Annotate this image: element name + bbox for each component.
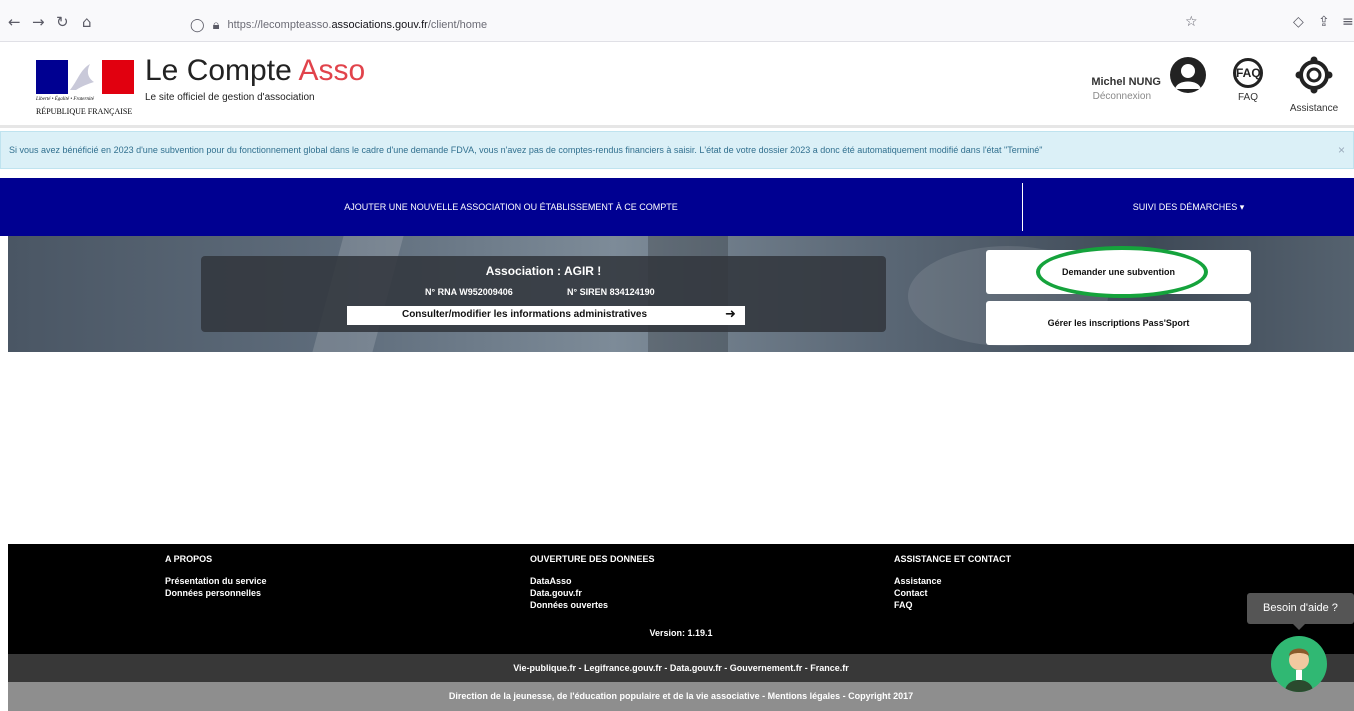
- suivi-demarches-dropdown[interactable]: SUIVI DES DÉMARCHES ▾: [1023, 178, 1354, 236]
- faq-icon: FAQ: [1233, 58, 1263, 88]
- lifebuoy-icon: [1295, 56, 1333, 94]
- footer-link-contact[interactable]: Contact: [894, 587, 1011, 599]
- reload-icon[interactable]: ↻: [56, 13, 69, 31]
- consult-admin-info-label: Consulter/modifier les informations admi…: [401, 309, 648, 320]
- footer-col-title: OUVERTURE DES DONNEES: [530, 554, 655, 564]
- help-tooltip[interactable]: Besoin d'aide ?: [1247, 593, 1354, 630]
- user-name: Michel NUNG: [1091, 76, 1161, 88]
- republique-label: RÉPUBLIQUE FRANÇAISE: [36, 107, 133, 116]
- footer-link-dataasso[interactable]: DataAsso: [530, 575, 655, 587]
- back-icon[interactable]: ←: [8, 13, 21, 31]
- arrow-right-icon: ➜: [725, 307, 736, 322]
- faq-button[interactable]: FAQ FAQ: [1228, 58, 1268, 113]
- url-prefix: https://lecompteasso.: [227, 19, 332, 31]
- url-path: /client/home: [427, 19, 488, 31]
- footer: A PROPOS Présentation du service Données…: [8, 544, 1354, 654]
- shield-icon: ◯: [190, 17, 205, 33]
- republique-francaise-logo[interactable]: Liberté • Égalité • Fraternité RÉPUBLIQU…: [36, 60, 134, 120]
- site-title-part1: Le Compte: [145, 54, 299, 87]
- lock-icon: 🔒︎: [212, 17, 220, 33]
- site-subtitle: Le site officiel de gestion d'associatio…: [145, 92, 315, 103]
- forward-icon[interactable]: →: [32, 13, 45, 31]
- browser-toolbar: ← → ↻ ⌂ ◯ 🔒︎ https://lecompteasso. associ…: [0, 0, 1354, 42]
- logout-link[interactable]: Déconnexion: [1093, 91, 1151, 102]
- marianne-flag: [36, 60, 134, 94]
- chatbot-avatar-icon[interactable]: [1271, 636, 1327, 692]
- site-header: Liberté • Égalité • Fraternité RÉPUBLIQU…: [0, 42, 1354, 128]
- info-alert: Si vous avez bénéficié en 2023 d'une sub…: [0, 131, 1354, 169]
- consult-admin-info-button[interactable]: Consulter/modifier les informations admi…: [347, 306, 745, 325]
- bookmark-star-icon[interactable]: ☆: [1185, 14, 1198, 30]
- faq-label: FAQ: [1237, 92, 1258, 103]
- site-title-part2: Asso: [298, 54, 366, 87]
- footer-link-faq[interactable]: FAQ: [894, 599, 1011, 611]
- footer-link-presentation[interactable]: Présentation du service: [165, 575, 267, 587]
- version-label: Version: 1.19.1: [649, 628, 713, 638]
- add-association-link[interactable]: AJOUTER UNE NOUVELLE ASSOCIATION OU ÉTAB…: [0, 178, 1022, 236]
- footer-col-assistance: ASSISTANCE ET CONTACT Assistance Contact…: [894, 554, 1011, 611]
- footer-col-ouverture: OUVERTURE DES DONNEES DataAsso Data.gouv…: [530, 554, 655, 611]
- footer-copyright[interactable]: Direction de la jeunesse, de l'éducation…: [8, 682, 1354, 711]
- main-navbar: AJOUTER UNE NOUVELLE ASSOCIATION OU ÉTAB…: [0, 178, 1354, 236]
- footer-link-donnees-ouvertes[interactable]: Données ouvertes: [530, 599, 655, 611]
- user-avatar-icon[interactable]: [1170, 57, 1206, 93]
- flag-motto: Liberté • Égalité • Fraternité: [36, 97, 94, 102]
- footer-link-datagouv[interactable]: Data.gouv.fr: [530, 587, 655, 599]
- association-name: Association : AGIR !: [485, 264, 602, 278]
- address-bar[interactable]: ◯ 🔒︎ https://lecompteasso. associations.g…: [190, 13, 1210, 37]
- rna-number: N° RNA W952009406: [425, 287, 513, 297]
- assistance-button[interactable]: Assistance: [1285, 56, 1343, 116]
- assistance-label: Assistance: [1289, 103, 1339, 114]
- alert-close-button[interactable]: ×: [1338, 143, 1345, 157]
- manage-passsport-button[interactable]: Gérer les inscriptions Pass'Sport: [986, 301, 1251, 345]
- footer-link-assistance[interactable]: Assistance: [894, 575, 1011, 587]
- footer-col-title: A PROPOS: [165, 554, 213, 564]
- url-host: associations.gouv.fr: [331, 19, 428, 31]
- highlight-annotation-ring: [1036, 246, 1208, 298]
- home-icon[interactable]: ⌂: [82, 13, 92, 31]
- footer-col-apropos: A PROPOS Présentation du service Données…: [165, 554, 267, 599]
- footer-external-links[interactable]: Vie-publique.fr - Legifrance.gouv.fr - D…: [8, 654, 1354, 682]
- alert-text: Si vous avez bénéficié en 2023 d'une sub…: [9, 145, 1043, 155]
- pocket-icon[interactable]: ◇: [1293, 14, 1304, 30]
- menu-icon[interactable]: ≡: [1342, 14, 1354, 30]
- association-card: Association : AGIR ! N° RNA W952009406 N…: [201, 256, 886, 332]
- footer-link-donnees-personnelles[interactable]: Données personnelles: [165, 587, 267, 599]
- footer-col-title: ASSISTANCE ET CONTACT: [894, 554, 1012, 564]
- site-title[interactable]: Le Compte Asso: [145, 54, 365, 88]
- share-icon[interactable]: ⇪: [1318, 14, 1330, 30]
- siren-number: N° SIREN 834124190: [567, 287, 655, 297]
